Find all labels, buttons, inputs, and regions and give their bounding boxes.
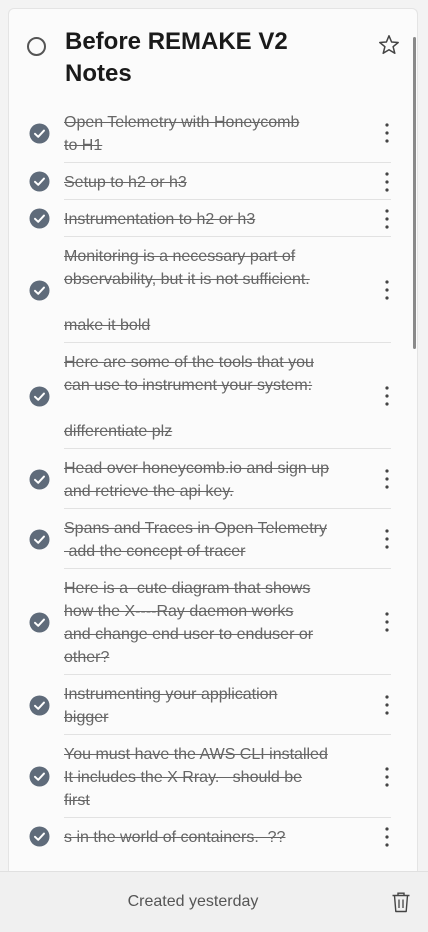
note-card: Before REMAKE V2 Notes Open Telemetry wi…	[8, 8, 418, 871]
task-item[interactable]: Here are some of the tools that you can …	[9, 343, 417, 449]
task-text[interactable]: Instrumenting your application bigger	[64, 683, 390, 729]
check-circle-icon[interactable]	[29, 171, 50, 192]
task-text[interactable]: Monitoring is a necessary part of observ…	[64, 245, 390, 337]
check-circle-icon[interactable]	[29, 612, 50, 633]
task-text[interactable]: Instrumentation to h2 or h3	[64, 208, 390, 231]
check-circle-icon[interactable]	[29, 280, 50, 301]
task-text[interactable]: Open Telemetry with Honeycomb to H1	[64, 111, 390, 157]
trash-icon[interactable]	[391, 891, 411, 913]
check-circle-icon[interactable]	[29, 386, 50, 407]
task-item[interactable]: Here is a cute diagram that shows how th…	[9, 569, 417, 675]
note-header: Before REMAKE V2 Notes	[9, 9, 417, 103]
star-icon[interactable]	[377, 33, 401, 57]
more-options-icon[interactable]	[379, 694, 395, 716]
more-options-icon[interactable]	[379, 826, 395, 848]
note-title: Before REMAKE V2 Notes	[65, 28, 288, 87]
mark-complete-icon[interactable]	[27, 37, 46, 56]
more-options-icon[interactable]	[379, 122, 395, 144]
check-circle-icon[interactable]	[29, 123, 50, 144]
task-item[interactable]: Monitoring is a necessary part of observ…	[9, 237, 417, 343]
task-item[interactable]: Head over honeycomb.io and sign up and r…	[9, 449, 417, 509]
more-options-icon[interactable]	[379, 468, 395, 490]
task-item[interactable]: Setup to h2 or h3	[9, 163, 417, 200]
task-text[interactable]: Here are some of the tools that you can …	[64, 351, 390, 443]
more-options-icon[interactable]	[379, 528, 395, 550]
task-text[interactable]: You must have the AWS CLI installed It i…	[64, 743, 390, 812]
task-text[interactable]: Setup to h2 or h3	[64, 171, 390, 194]
note-footer: Created yesterday	[0, 871, 428, 932]
task-text[interactable]: Head over honeycomb.io and sign up and r…	[64, 457, 390, 503]
more-options-icon[interactable]	[379, 611, 395, 633]
more-options-icon[interactable]	[379, 208, 395, 230]
check-circle-icon[interactable]	[29, 826, 50, 847]
task-item[interactable]: Instrumenting your application bigger	[9, 675, 417, 735]
check-circle-icon[interactable]	[29, 766, 50, 787]
task-item[interactable]: Spans and Traces in Open Telemetry add t…	[9, 509, 417, 569]
task-text[interactable]: Here is a cute diagram that shows how th…	[64, 577, 390, 669]
more-options-icon[interactable]	[379, 171, 395, 193]
task-item[interactable]: You must have the AWS CLI installed It i…	[9, 735, 417, 818]
task-item[interactable]: s in the world of containers. ??	[9, 818, 417, 855]
more-options-icon[interactable]	[379, 766, 395, 788]
created-timestamp: Created yesterday	[127, 893, 259, 910]
check-circle-icon[interactable]	[29, 469, 50, 490]
check-circle-icon[interactable]	[29, 208, 50, 229]
task-item[interactable]: Open Telemetry with Honeycomb to H1	[9, 103, 417, 163]
scrollbar[interactable]	[413, 37, 416, 349]
more-options-icon[interactable]	[379, 279, 395, 301]
task-item[interactable]: Instrumentation to h2 or h3	[9, 200, 417, 237]
check-circle-icon[interactable]	[29, 695, 50, 716]
task-text[interactable]: s in the world of containers. ??	[64, 826, 390, 849]
check-circle-icon[interactable]	[29, 529, 50, 550]
more-options-icon[interactable]	[379, 385, 395, 407]
task-text[interactable]: Spans and Traces in Open Telemetry add t…	[64, 517, 390, 563]
